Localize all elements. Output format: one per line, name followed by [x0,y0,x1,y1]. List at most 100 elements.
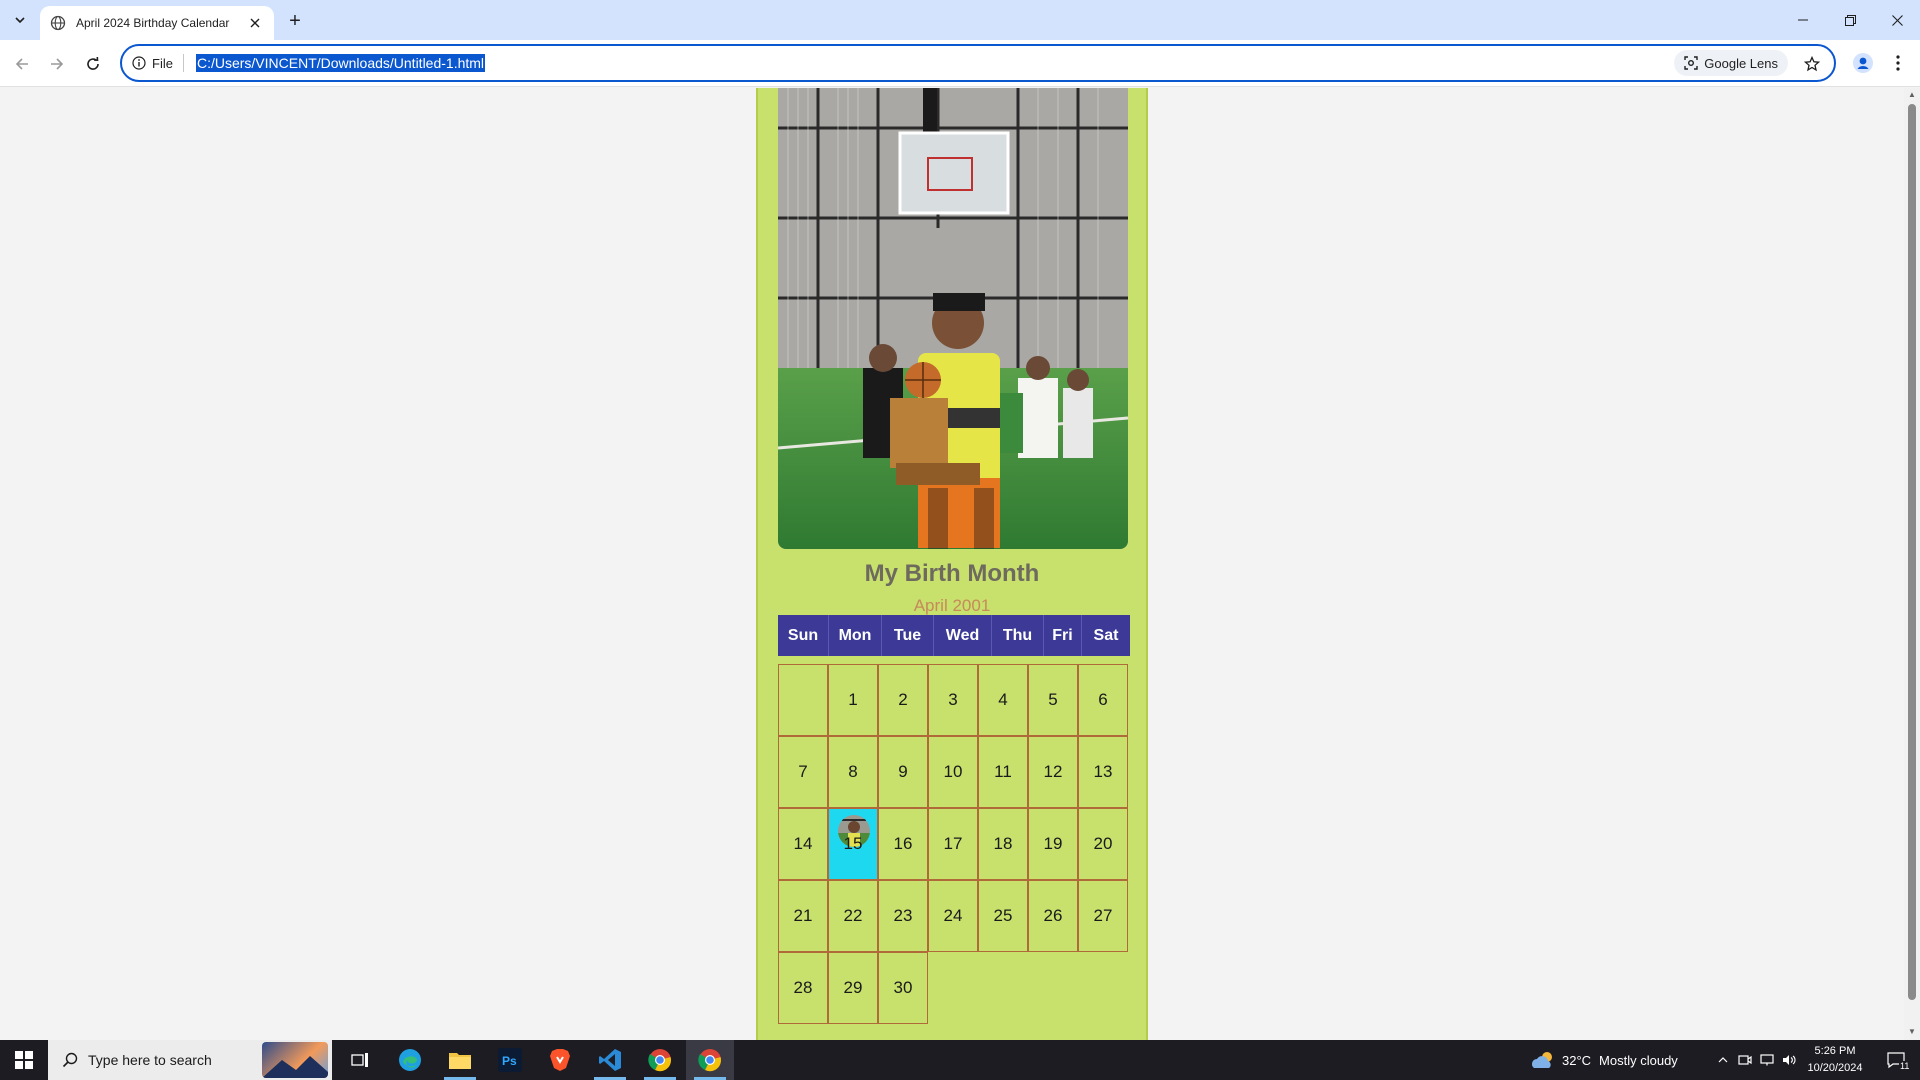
edge-icon[interactable] [386,1040,434,1080]
day-number: 2 [898,690,908,709]
lens-icon [1684,56,1698,70]
day-number: 13 [1093,762,1113,781]
close-icon[interactable] [246,14,264,32]
bookmark-star-icon[interactable] [1800,52,1824,76]
day-number: 4 [998,690,1008,709]
weekday-header: Thu [992,615,1044,656]
notification-count: 11 [1899,1061,1911,1071]
profile-avatar-icon[interactable] [1849,49,1877,77]
day-cell: 10 [928,736,978,808]
day-cell: 16 [878,808,928,880]
page-viewport: My Birth Month April 2001 Sun Mon Tue Wed Th… [0,88,1904,1040]
chip-divider [182,54,184,72]
site-info-chip[interactable]: File [132,56,173,71]
day-number: 9 [898,762,908,781]
reload-icon[interactable] [79,50,107,78]
day-number: 10 [943,762,963,781]
day-cell: 2 [878,664,928,736]
tab-title: April 2024 Birthday Calendar [76,16,230,30]
calendar-title: My Birth Month [864,560,1040,587]
notification-center-icon[interactable]: 11 [1876,1040,1916,1080]
day-number: 27 [1093,906,1113,925]
address-bar[interactable]: File C:/Users/VINCENT/Downloads/Untitled… [120,44,1836,82]
system-clock[interactable]: 5:26 PM 10/20/2024 [1800,1043,1870,1077]
day-cell: 11 [978,736,1028,808]
day-number: 21 [793,906,813,925]
cloud-icon [1532,1052,1552,1068]
chevron-down-icon [15,17,25,24]
day-number: 14 [793,834,813,853]
forward-icon[interactable] [43,50,71,78]
day-number: 3 [948,690,958,709]
day-cell: 17 [928,808,978,880]
scrollbar-thumb[interactable] [1908,104,1916,1000]
day-number: 8 [848,762,858,781]
day-number: 24 [943,906,963,925]
restore-icon[interactable] [1827,0,1873,40]
day-number: 17 [943,834,963,853]
scroll-down-icon[interactable]: ▼ [1908,1028,1916,1036]
day-cell: 23 [878,880,928,952]
network-icon[interactable] [1756,1054,1778,1066]
day-cell: 9 [878,736,928,808]
day-number: 23 [893,906,913,925]
more-menu-icon[interactable] [1886,49,1910,77]
vscode-icon[interactable] [586,1040,634,1080]
meet-now-icon[interactable] [1734,1054,1756,1066]
scroll-up-icon[interactable]: ▲ [1908,91,1916,99]
taskbar-search-box[interactable]: Type here to search [48,1040,332,1080]
day-cell: 28 [778,952,828,1024]
active-tab[interactable]: April 2024 Birthday Calendar [40,6,274,40]
day-cell: 12 [1028,736,1078,808]
weekday-header: Fri [1044,615,1082,656]
url-text[interactable]: C:/Users/VINCENT/Downloads/Untitled-1.ht… [195,54,486,72]
search-icon [62,1052,78,1068]
clock-time: 5:26 PM [1814,1045,1856,1057]
day-number: 28 [793,978,813,997]
brave-icon[interactable] [536,1040,584,1080]
day-cell: 4 [978,664,1028,736]
day-number: 18 [993,834,1013,853]
chrome-icon-active[interactable] [686,1040,734,1080]
minimize-icon[interactable] [1780,0,1826,40]
day-cell: 8 [828,736,878,808]
day-number: 20 [1093,834,1113,853]
tab-search-button[interactable] [8,8,32,32]
day-number: 29 [843,978,863,997]
day-cell: 24 [928,880,978,952]
photoshop-icon[interactable]: Ps [486,1040,534,1080]
task-view-icon[interactable] [336,1040,384,1080]
day-number: 19 [1043,834,1063,853]
clock-date: 10/20/2024 [1807,1062,1863,1074]
day-number: 15 [843,834,863,853]
new-tab-button[interactable]: + [282,8,308,34]
day-cell: 21 [778,880,828,952]
system-tray [1712,1040,1800,1080]
day-cell: 29 [828,952,878,1024]
calendar-subtitle: April 2001 [913,596,991,615]
birthday-day-cell: 15 [828,808,878,880]
day-cell: 1 [828,664,878,736]
windows-start-icon[interactable] [0,1040,48,1080]
google-lens-label: Google Lens [1704,55,1778,71]
day-cell: 19 [1028,808,1078,880]
day-cell: 6 [1078,664,1128,736]
weekday-header: Tue [882,615,934,656]
weekday-header-row: Sun Mon Tue Wed Thu Fri Sat [778,615,1130,656]
day-cell: 30 [878,952,928,1024]
info-icon [132,56,146,70]
volume-icon[interactable] [1778,1054,1800,1066]
chrome-icon[interactable] [636,1040,684,1080]
close-window-icon[interactable] [1874,0,1920,40]
day-number: 5 [1048,690,1058,709]
back-icon[interactable] [8,50,36,78]
weather-widget[interactable]: 32°C Mostly cloudy [1530,1040,1678,1080]
search-highlight-icon [262,1042,328,1078]
empty-day-cell [778,664,828,736]
day-cell: 22 [828,880,878,952]
chevron-up-icon[interactable] [1712,1057,1734,1063]
google-lens-button[interactable]: Google Lens [1674,50,1788,76]
vertical-scrollbar[interactable]: ▲ ▼ [1904,88,1920,1040]
file-explorer-icon[interactable] [436,1040,484,1080]
weather-condition: Mostly cloudy [1599,1052,1678,1068]
